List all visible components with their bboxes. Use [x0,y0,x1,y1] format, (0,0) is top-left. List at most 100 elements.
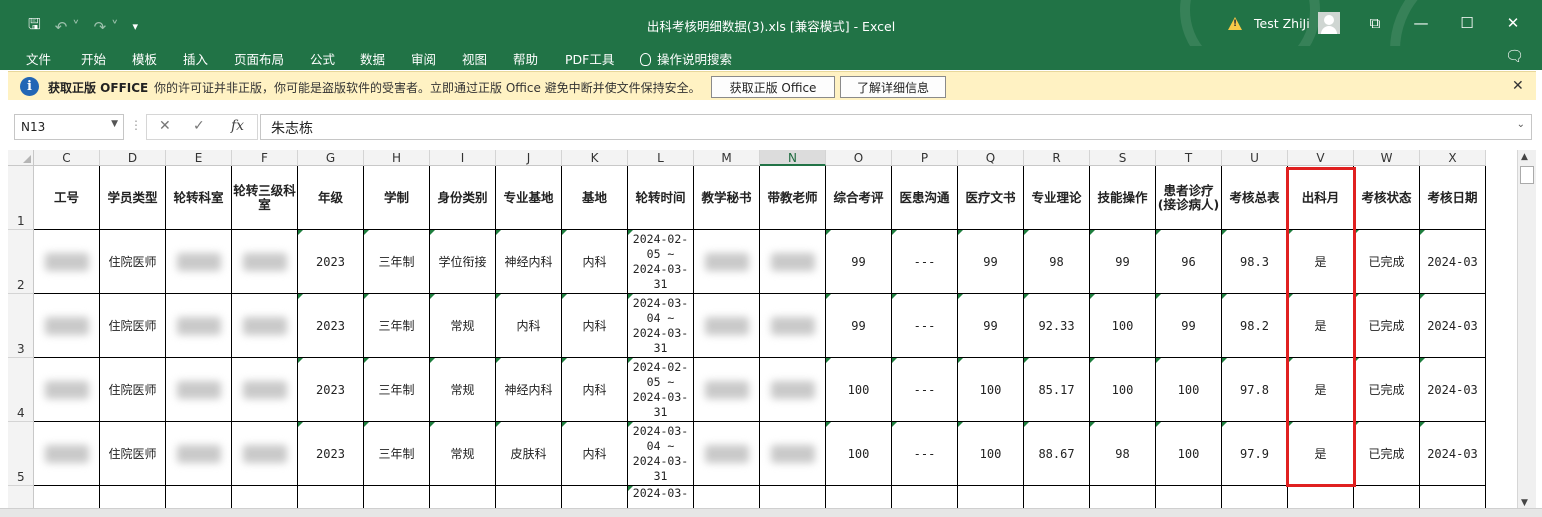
tab-file[interactable]: 文件 [26,49,51,68]
cell-u3[interactable]: 98.2 [1222,294,1288,358]
cell-w2[interactable]: 已完成 [1354,230,1420,294]
cell-n2[interactable] [760,230,826,294]
header-cell-l[interactable]: 轮转时间 [628,166,694,230]
cell-k4[interactable]: 内科 [562,358,628,422]
cell-p5[interactable]: --- [892,422,958,486]
cell-e6[interactable] [166,486,232,510]
vertical-scrollbar[interactable]: ▲ ▼ [1517,150,1536,510]
cell-x6[interactable] [1420,486,1486,510]
column-header-x[interactable]: X [1420,150,1486,166]
header-cell-x[interactable]: 考核日期 [1420,166,1486,230]
column-header-k[interactable]: K [562,150,628,166]
cell-m2[interactable] [694,230,760,294]
cell-v6[interactable] [1288,486,1354,510]
header-cell-u[interactable]: 考核总表 [1222,166,1288,230]
cell-w3[interactable]: 已完成 [1354,294,1420,358]
cell-w6[interactable] [1354,486,1420,510]
cell-j2[interactable]: 神经内科 [496,230,562,294]
cell-j4[interactable]: 神经内科 [496,358,562,422]
cell-e4[interactable] [166,358,232,422]
header-cell-d[interactable]: 学员类型 [100,166,166,230]
cell-t2[interactable]: 96 [1156,230,1222,294]
header-cell-g[interactable]: 年级 [298,166,364,230]
scroll-thumb[interactable] [1520,166,1534,184]
cell-c3[interactable] [34,294,100,358]
header-cell-p[interactable]: 医患沟通 [892,166,958,230]
cell-u5[interactable]: 97.9 [1222,422,1288,486]
cancel-icon[interactable]: ✕ [159,118,171,134]
cell-o6[interactable] [826,486,892,510]
cell-x2[interactable]: 2024-03 [1420,230,1486,294]
cell-i4[interactable]: 常规 [430,358,496,422]
cell-w4[interactable]: 已完成 [1354,358,1420,422]
cell-s3[interactable]: 100 [1090,294,1156,358]
cell-p2[interactable]: --- [892,230,958,294]
cell-h4[interactable]: 三年制 [364,358,430,422]
header-cell-n[interactable]: 带教老师 [760,166,826,230]
column-header-l[interactable]: L [628,150,694,166]
tab-help[interactable]: 帮助 [513,49,538,68]
cell-u4[interactable]: 97.8 [1222,358,1288,422]
column-header-j[interactable]: J [496,150,562,166]
tab-pdf-tools[interactable]: PDF工具 [565,49,614,68]
header-cell-k[interactable]: 基地 [562,166,628,230]
row-header-3[interactable]: 3 [8,294,34,358]
account-area[interactable]: ! Test ZhiJi [1228,12,1340,34]
cell-v5[interactable]: 是 [1288,422,1354,486]
row-header-5[interactable]: 5 [8,422,34,486]
row-header-6[interactable] [8,486,34,510]
cell-t4[interactable]: 100 [1156,358,1222,422]
column-header-m[interactable]: M [694,150,760,166]
cell-t6[interactable] [1156,486,1222,510]
tab-home[interactable]: 开始 [81,49,106,68]
cell-l2[interactable]: 2024-02-05 ~ 2024-03-31 [628,230,694,294]
cell-v4[interactable]: 是 [1288,358,1354,422]
formula-input[interactable]: 朱志栋 ⌄ [260,114,1532,140]
cell-l4[interactable]: 2024-02-05 ~ 2024-03-31 [628,358,694,422]
cell-n4[interactable] [760,358,826,422]
cell-d6[interactable] [100,486,166,510]
cell-p3[interactable]: --- [892,294,958,358]
header-cell-c[interactable]: 工号 [34,166,100,230]
cell-g6[interactable] [298,486,364,510]
cell-u6[interactable] [1222,486,1288,510]
cell-i3[interactable]: 常规 [430,294,496,358]
cell-p6[interactable] [892,486,958,510]
minimize-button[interactable]: — [1398,0,1444,46]
cell-s2[interactable]: 99 [1090,230,1156,294]
cell-o4[interactable]: 100 [826,358,892,422]
row-header-1[interactable]: 1 [8,166,34,230]
cell-l6[interactable]: 2024-03- [628,486,694,510]
header-cell-r[interactable]: 专业理论 [1024,166,1090,230]
cell-o2[interactable]: 99 [826,230,892,294]
tab-review[interactable]: 审阅 [411,49,436,68]
cell-u2[interactable]: 98.3 [1222,230,1288,294]
column-header-h[interactable]: H [364,150,430,166]
cell-e5[interactable] [166,422,232,486]
column-header-o[interactable]: O [826,150,892,166]
cell-t3[interactable]: 99 [1156,294,1222,358]
get-genuine-button[interactable]: 获取正版 Office [711,76,835,98]
cell-x5[interactable]: 2024-03 [1420,422,1486,486]
tab-template[interactable]: 模板 [132,49,157,68]
tab-page-layout[interactable]: 页面布局 [234,49,284,68]
expand-formula-icon[interactable]: ⌄ [1517,119,1525,130]
cell-s6[interactable] [1090,486,1156,510]
column-header-t[interactable]: T [1156,150,1222,166]
cell-s4[interactable]: 100 [1090,358,1156,422]
cell-m6[interactable] [694,486,760,510]
cell-q6[interactable] [958,486,1024,510]
insert-function-icon[interactable]: fx [231,118,244,134]
cell-h6[interactable] [364,486,430,510]
learn-more-button[interactable]: 了解详细信息 [840,76,946,98]
column-header-g[interactable]: G [298,150,364,166]
column-header-q[interactable]: Q [958,150,1024,166]
worksheet-grid[interactable]: C D E F G H I J K L M N O P Q R S T U V W X 1 2 3 4 5 工号 学员类型 轮转科室 轮转三… [8,150,1515,510]
column-header-w[interactable]: W [1354,150,1420,166]
header-cell-e[interactable]: 轮转科室 [166,166,232,230]
cell-m5[interactable] [694,422,760,486]
cell-e2[interactable] [166,230,232,294]
cell-k5[interactable]: 内科 [562,422,628,486]
column-header-n[interactable]: N [760,150,826,166]
cell-c4[interactable] [34,358,100,422]
